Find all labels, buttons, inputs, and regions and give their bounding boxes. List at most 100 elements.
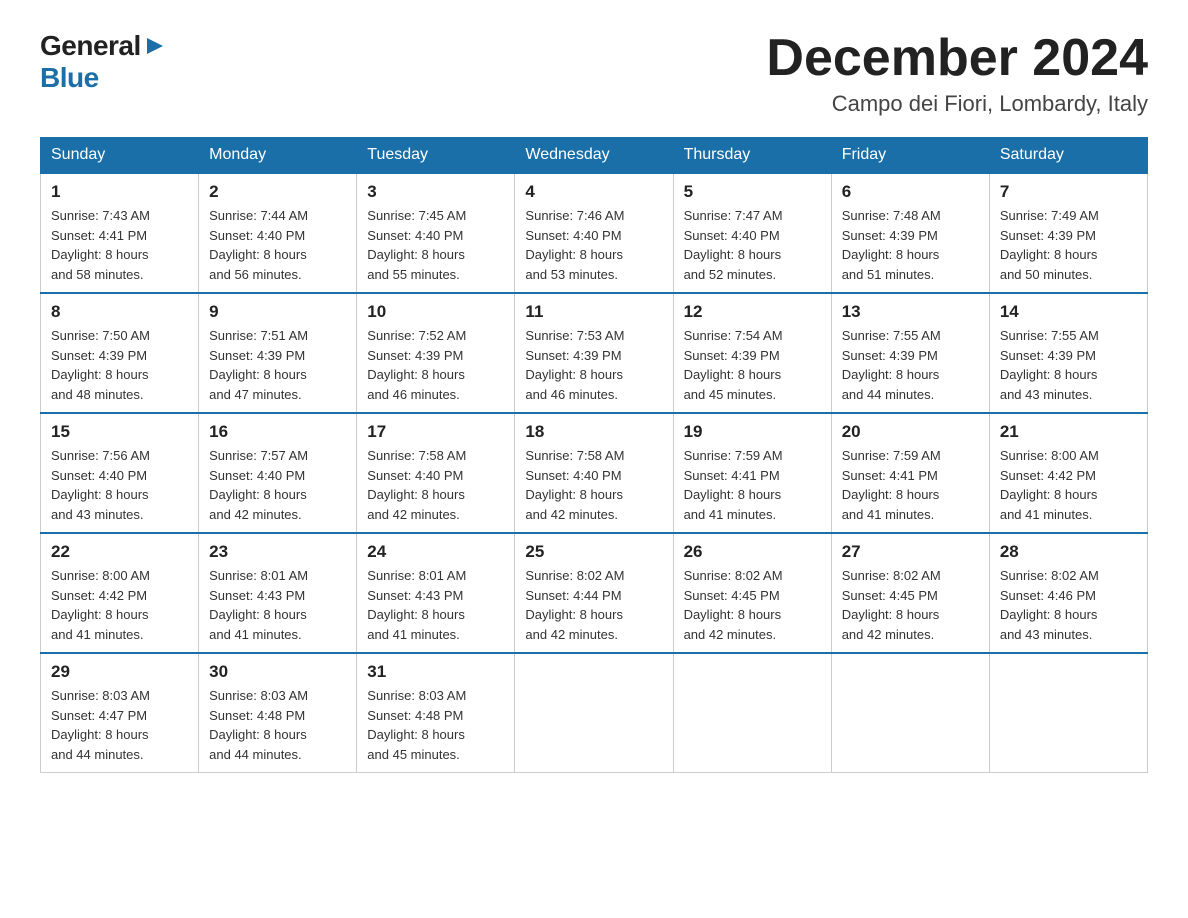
location-subtitle: Campo dei Fiori, Lombardy, Italy xyxy=(766,91,1148,117)
day-number: 13 xyxy=(842,302,979,322)
day-number: 31 xyxy=(367,662,504,682)
calendar-day-cell xyxy=(989,653,1147,773)
calendar-day-cell: 26 Sunrise: 8:02 AMSunset: 4:45 PMDaylig… xyxy=(673,533,831,653)
day-detail: Sunrise: 8:03 AMSunset: 4:48 PMDaylight:… xyxy=(367,686,504,764)
calendar-day-cell: 16 Sunrise: 7:57 AMSunset: 4:40 PMDaylig… xyxy=(199,413,357,533)
day-number: 4 xyxy=(525,182,662,202)
month-title: December 2024 xyxy=(766,30,1148,87)
calendar-day-cell: 28 Sunrise: 8:02 AMSunset: 4:46 PMDaylig… xyxy=(989,533,1147,653)
day-number: 19 xyxy=(684,422,821,442)
day-detail: Sunrise: 8:01 AMSunset: 4:43 PMDaylight:… xyxy=(367,566,504,644)
calendar-day-cell: 31 Sunrise: 8:03 AMSunset: 4:48 PMDaylig… xyxy=(357,653,515,773)
calendar-day-header: Tuesday xyxy=(357,138,515,174)
day-number: 27 xyxy=(842,542,979,562)
day-number: 29 xyxy=(51,662,188,682)
calendar-day-header: Thursday xyxy=(673,138,831,174)
calendar-table: SundayMondayTuesdayWednesdayThursdayFrid… xyxy=(40,137,1148,773)
calendar-day-cell: 24 Sunrise: 8:01 AMSunset: 4:43 PMDaylig… xyxy=(357,533,515,653)
day-detail: Sunrise: 7:45 AMSunset: 4:40 PMDaylight:… xyxy=(367,206,504,284)
day-detail: Sunrise: 7:58 AMSunset: 4:40 PMDaylight:… xyxy=(525,446,662,524)
calendar-day-cell: 23 Sunrise: 8:01 AMSunset: 4:43 PMDaylig… xyxy=(199,533,357,653)
day-detail: Sunrise: 7:54 AMSunset: 4:39 PMDaylight:… xyxy=(684,326,821,404)
day-detail: Sunrise: 8:03 AMSunset: 4:48 PMDaylight:… xyxy=(209,686,346,764)
calendar-day-cell xyxy=(831,653,989,773)
day-detail: Sunrise: 7:58 AMSunset: 4:40 PMDaylight:… xyxy=(367,446,504,524)
day-detail: Sunrise: 8:00 AMSunset: 4:42 PMDaylight:… xyxy=(1000,446,1137,524)
day-number: 28 xyxy=(1000,542,1137,562)
day-number: 18 xyxy=(525,422,662,442)
day-detail: Sunrise: 7:47 AMSunset: 4:40 PMDaylight:… xyxy=(684,206,821,284)
calendar-day-cell: 25 Sunrise: 8:02 AMSunset: 4:44 PMDaylig… xyxy=(515,533,673,653)
calendar-day-cell: 13 Sunrise: 7:55 AMSunset: 4:39 PMDaylig… xyxy=(831,293,989,413)
calendar-day-cell: 20 Sunrise: 7:59 AMSunset: 4:41 PMDaylig… xyxy=(831,413,989,533)
day-number: 30 xyxy=(209,662,346,682)
calendar-day-cell: 11 Sunrise: 7:53 AMSunset: 4:39 PMDaylig… xyxy=(515,293,673,413)
calendar-day-cell: 10 Sunrise: 7:52 AMSunset: 4:39 PMDaylig… xyxy=(357,293,515,413)
day-number: 1 xyxy=(51,182,188,202)
day-number: 12 xyxy=(684,302,821,322)
day-detail: Sunrise: 7:43 AMSunset: 4:41 PMDaylight:… xyxy=(51,206,188,284)
calendar-day-cell: 6 Sunrise: 7:48 AMSunset: 4:39 PMDayligh… xyxy=(831,173,989,293)
day-number: 3 xyxy=(367,182,504,202)
calendar-day-cell: 22 Sunrise: 8:00 AMSunset: 4:42 PMDaylig… xyxy=(41,533,199,653)
day-detail: Sunrise: 7:53 AMSunset: 4:39 PMDaylight:… xyxy=(525,326,662,404)
day-detail: Sunrise: 7:50 AMSunset: 4:39 PMDaylight:… xyxy=(51,326,188,404)
day-detail: Sunrise: 8:00 AMSunset: 4:42 PMDaylight:… xyxy=(51,566,188,644)
calendar-day-header: Saturday xyxy=(989,138,1147,174)
day-detail: Sunrise: 8:03 AMSunset: 4:47 PMDaylight:… xyxy=(51,686,188,764)
day-detail: Sunrise: 7:57 AMSunset: 4:40 PMDaylight:… xyxy=(209,446,346,524)
calendar-day-cell: 21 Sunrise: 8:00 AMSunset: 4:42 PMDaylig… xyxy=(989,413,1147,533)
calendar-day-cell: 15 Sunrise: 7:56 AMSunset: 4:40 PMDaylig… xyxy=(41,413,199,533)
calendar-day-cell: 30 Sunrise: 8:03 AMSunset: 4:48 PMDaylig… xyxy=(199,653,357,773)
calendar-day-cell: 29 Sunrise: 8:03 AMSunset: 4:47 PMDaylig… xyxy=(41,653,199,773)
day-detail: Sunrise: 7:46 AMSunset: 4:40 PMDaylight:… xyxy=(525,206,662,284)
logo-arrow-icon xyxy=(145,36,165,56)
day-detail: Sunrise: 8:02 AMSunset: 4:45 PMDaylight:… xyxy=(842,566,979,644)
calendar-header-row: SundayMondayTuesdayWednesdayThursdayFrid… xyxy=(41,138,1148,174)
calendar-day-cell xyxy=(673,653,831,773)
day-detail: Sunrise: 7:55 AMSunset: 4:39 PMDaylight:… xyxy=(842,326,979,404)
calendar-day-cell: 9 Sunrise: 7:51 AMSunset: 4:39 PMDayligh… xyxy=(199,293,357,413)
day-number: 21 xyxy=(1000,422,1137,442)
calendar-day-cell: 19 Sunrise: 7:59 AMSunset: 4:41 PMDaylig… xyxy=(673,413,831,533)
day-number: 7 xyxy=(1000,182,1137,202)
day-number: 17 xyxy=(367,422,504,442)
day-number: 11 xyxy=(525,302,662,322)
day-number: 9 xyxy=(209,302,346,322)
day-number: 26 xyxy=(684,542,821,562)
day-number: 24 xyxy=(367,542,504,562)
calendar-day-cell: 17 Sunrise: 7:58 AMSunset: 4:40 PMDaylig… xyxy=(357,413,515,533)
calendar-week-row: 8 Sunrise: 7:50 AMSunset: 4:39 PMDayligh… xyxy=(41,293,1148,413)
calendar-day-header: Monday xyxy=(199,138,357,174)
calendar-day-cell xyxy=(515,653,673,773)
day-detail: Sunrise: 7:52 AMSunset: 4:39 PMDaylight:… xyxy=(367,326,504,404)
day-number: 25 xyxy=(525,542,662,562)
day-number: 16 xyxy=(209,422,346,442)
calendar-week-row: 1 Sunrise: 7:43 AMSunset: 4:41 PMDayligh… xyxy=(41,173,1148,293)
day-number: 15 xyxy=(51,422,188,442)
day-number: 8 xyxy=(51,302,188,322)
day-number: 23 xyxy=(209,542,346,562)
day-number: 5 xyxy=(684,182,821,202)
calendar-day-cell: 1 Sunrise: 7:43 AMSunset: 4:41 PMDayligh… xyxy=(41,173,199,293)
day-detail: Sunrise: 7:51 AMSunset: 4:39 PMDaylight:… xyxy=(209,326,346,404)
calendar-day-header: Wednesday xyxy=(515,138,673,174)
day-number: 2 xyxy=(209,182,346,202)
calendar-day-cell: 5 Sunrise: 7:47 AMSunset: 4:40 PMDayligh… xyxy=(673,173,831,293)
day-detail: Sunrise: 7:59 AMSunset: 4:41 PMDaylight:… xyxy=(842,446,979,524)
calendar-day-cell: 27 Sunrise: 8:02 AMSunset: 4:45 PMDaylig… xyxy=(831,533,989,653)
logo-blue-text: Blue xyxy=(40,62,99,93)
day-detail: Sunrise: 7:59 AMSunset: 4:41 PMDaylight:… xyxy=(684,446,821,524)
day-number: 22 xyxy=(51,542,188,562)
calendar-week-row: 15 Sunrise: 7:56 AMSunset: 4:40 PMDaylig… xyxy=(41,413,1148,533)
day-detail: Sunrise: 7:56 AMSunset: 4:40 PMDaylight:… xyxy=(51,446,188,524)
calendar-week-row: 29 Sunrise: 8:03 AMSunset: 4:47 PMDaylig… xyxy=(41,653,1148,773)
calendar-day-header: Sunday xyxy=(41,138,199,174)
day-detail: Sunrise: 7:49 AMSunset: 4:39 PMDaylight:… xyxy=(1000,206,1137,284)
calendar-day-header: Friday xyxy=(831,138,989,174)
logo: General Blue xyxy=(40,30,165,94)
calendar-day-cell: 2 Sunrise: 7:44 AMSunset: 4:40 PMDayligh… xyxy=(199,173,357,293)
calendar-week-row: 22 Sunrise: 8:00 AMSunset: 4:42 PMDaylig… xyxy=(41,533,1148,653)
day-number: 14 xyxy=(1000,302,1137,322)
calendar-day-cell: 18 Sunrise: 7:58 AMSunset: 4:40 PMDaylig… xyxy=(515,413,673,533)
